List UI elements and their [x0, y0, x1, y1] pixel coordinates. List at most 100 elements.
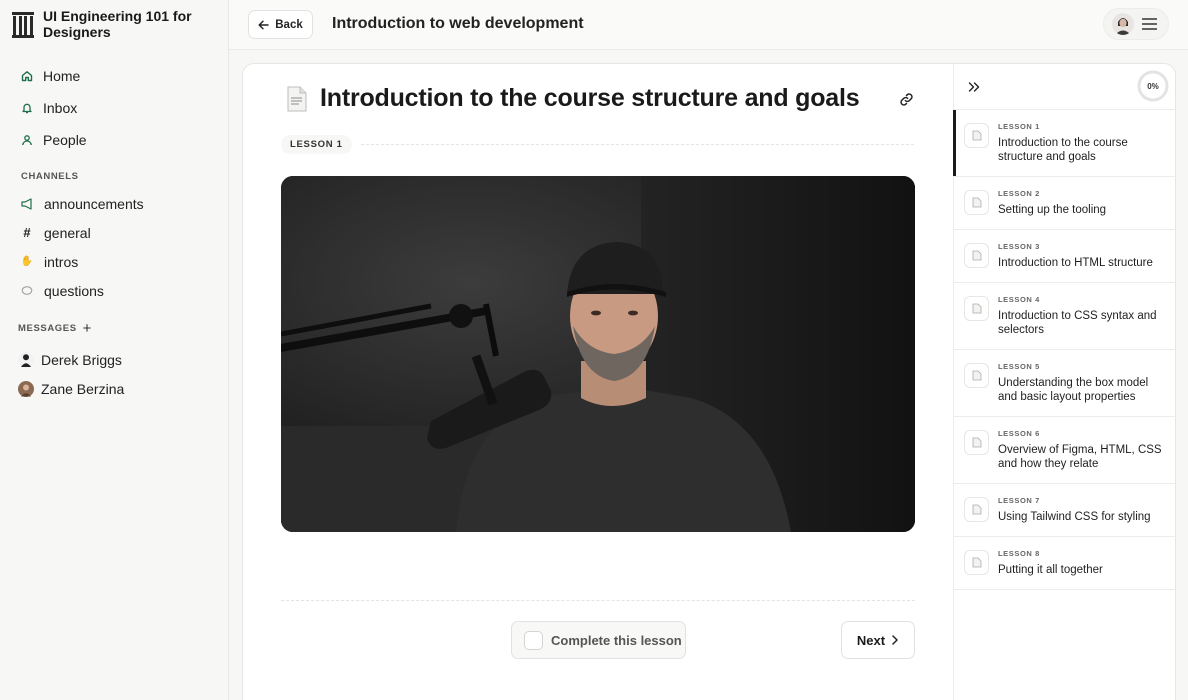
lesson-item-1[interactable]: LESSON 1 Introduction to the course stru…: [953, 110, 1176, 177]
document-icon: [964, 430, 989, 455]
document-icon: [964, 123, 989, 148]
channel-label: questions: [44, 282, 104, 299]
back-button[interactable]: Back: [248, 10, 313, 39]
arrow-left-icon: [258, 20, 269, 29]
wave-hand-icon: ✋: [20, 256, 34, 267]
progress-percent: 0%: [1147, 81, 1159, 91]
user-avatar[interactable]: [1112, 13, 1134, 35]
lesson-number: LESSON 3: [998, 242, 1040, 251]
channel-item-announcements[interactable]: announcements: [0, 189, 229, 218]
course-progress-ring: 0%: [1137, 70, 1169, 102]
columns-logo-icon: [12, 12, 34, 38]
lesson-number: LESSON 1: [998, 122, 1040, 131]
lesson-item-6[interactable]: LESSON 6 Overview of Figma, HTML, CSS an…: [954, 417, 1176, 484]
lesson-item-title: Putting it all together: [998, 564, 1103, 576]
lesson-number: LESSON 2: [998, 189, 1040, 198]
lesson-item-title: Using Tailwind CSS for styling: [998, 511, 1151, 523]
collapse-panel-icon[interactable]: [967, 80, 981, 94]
document-icon: [964, 550, 989, 575]
channel-item-intros[interactable]: ✋ intros: [0, 247, 229, 276]
lesson-item-7[interactable]: LESSON 7 Using Tailwind CSS for styling: [954, 484, 1176, 537]
document-icon: [964, 497, 989, 522]
lesson-item-3[interactable]: LESSON 3 Introduction to HTML structure: [954, 230, 1176, 283]
lesson-list: LESSON 1 Introduction to the course stru…: [953, 110, 1176, 590]
lesson-panel-header: 0%: [954, 64, 1176, 110]
lesson-item-8[interactable]: LESSON 8 Putting it all together: [954, 537, 1176, 590]
message-item-zane-berzina[interactable]: Zane Berzina: [0, 374, 229, 403]
person-icon: [20, 133, 34, 147]
nav-item-inbox[interactable]: Inbox: [0, 92, 229, 124]
channel-item-general[interactable]: # general: [0, 218, 229, 247]
lesson-item-title: Introduction to the course structure and…: [998, 137, 1128, 163]
lesson-item-title: Introduction to CSS syntax and selectors: [998, 310, 1157, 336]
document-icon: [964, 363, 989, 388]
lesson-number: LESSON 5: [998, 362, 1040, 371]
lesson-item-title: Overview of Figma, HTML, CSS and how the…: [998, 444, 1162, 470]
lesson-main: Introduction to the course structure and…: [243, 64, 953, 700]
message-label: Derek Briggs: [41, 351, 122, 368]
brand[interactable]: UI Engineering 101 for Designers: [12, 8, 193, 40]
back-label: Back: [275, 18, 303, 31]
lesson-item-title: Setting up the tooling: [998, 204, 1107, 216]
next-label: Next: [856, 632, 886, 648]
channels-heading: CHANNELS: [21, 171, 79, 182]
channel-label: intros: [44, 253, 79, 270]
complete-checkbox[interactable]: [524, 630, 543, 650]
link-icon[interactable]: [899, 92, 914, 107]
nav-item-people[interactable]: People: [0, 124, 229, 156]
megaphone-icon: [20, 197, 34, 211]
lesson-item-5[interactable]: LESSON 5 Understanding the box model and…: [954, 350, 1176, 417]
lesson-item-4[interactable]: LESSON 4 Introduction to CSS syntax and …: [954, 283, 1176, 350]
lesson-number: LESSON 6: [998, 429, 1040, 438]
lesson-item-title: Understanding the box model and basic la…: [998, 377, 1149, 403]
messages-heading: MESSAGES +: [18, 321, 92, 336]
user-menu[interactable]: [1103, 8, 1169, 40]
nav-item-home[interactable]: Home: [0, 60, 229, 92]
lesson-item-title: Introduction to HTML structure: [998, 257, 1153, 269]
hash-icon: #: [23, 225, 31, 240]
channel-label: announcements: [44, 195, 144, 212]
chevron-right-icon: [892, 635, 898, 645]
lesson-number: LESSON 4: [998, 295, 1040, 304]
avatar: [18, 351, 34, 368]
avatar: [18, 380, 34, 397]
complete-lesson-button[interactable]: Complete this lesson: [511, 621, 686, 659]
video-frame: [281, 176, 915, 532]
messages-heading-label: MESSAGES: [18, 323, 77, 334]
main-nav: Home Inbox People: [0, 60, 229, 156]
add-message-icon[interactable]: +: [83, 321, 92, 336]
lesson-number: LESSON 7: [998, 496, 1040, 505]
lesson-number-badge: LESSON 1: [281, 135, 352, 154]
hamburger-menu-icon[interactable]: [1142, 18, 1157, 30]
document-icon: [964, 296, 989, 321]
nav-label: People: [43, 132, 87, 148]
lesson-video-player[interactable]: [281, 176, 915, 532]
document-icon: [964, 190, 989, 215]
lesson-number: LESSON 8: [998, 549, 1040, 558]
divider: [361, 144, 914, 145]
next-button[interactable]: Next: [841, 621, 915, 659]
nav-label: Inbox: [43, 100, 78, 116]
document-icon: [964, 243, 989, 268]
course-title: Introduction to web development: [332, 15, 584, 32]
top-bar: Back Introduction to web development: [229, 0, 1188, 50]
divider: [281, 600, 915, 601]
bell-icon: [20, 101, 34, 115]
complete-label: Complete this lesson: [551, 632, 682, 648]
lesson-card: Introduction to the course structure and…: [242, 63, 1176, 700]
speech-bubble-icon: [20, 284, 34, 298]
lesson-list-panel: 0% LESSON 1 Introduction to the course s…: [953, 64, 1176, 700]
lesson-title: Introduction to the course structure and…: [320, 84, 860, 112]
messages-list: Derek Briggs Zane Berzina: [0, 345, 229, 403]
message-item-derek-briggs[interactable]: Derek Briggs: [0, 345, 229, 374]
brand-title: UI Engineering 101 for Designers: [43, 8, 192, 40]
channel-item-questions[interactable]: questions: [0, 276, 229, 305]
nav-label: Home: [43, 68, 81, 84]
sidebar: UI Engineering 101 for Designers Home In…: [0, 0, 229, 700]
channels-list: announcements # general ✋ intros questio…: [0, 189, 229, 305]
document-icon: [287, 86, 307, 112]
message-label: Zane Berzina: [41, 380, 125, 397]
channel-label: general: [44, 224, 91, 241]
home-icon: [20, 69, 34, 83]
lesson-item-2[interactable]: LESSON 2 Setting up the tooling: [954, 177, 1176, 230]
